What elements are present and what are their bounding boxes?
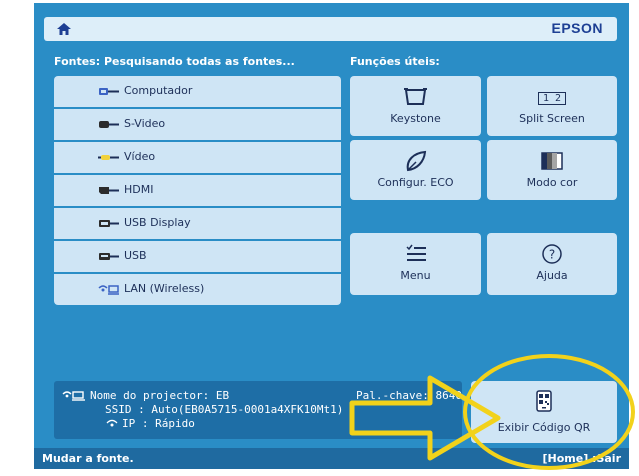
source-item-hdmi[interactable]: HDMI [54, 175, 341, 208]
show-qr-code-label: Exibir Código QR [497, 421, 591, 434]
source-item-lan-wireless[interactable]: LAN (Wireless) [54, 274, 341, 305]
hdmi-port-icon [99, 187, 119, 194]
source-label: USB Display [124, 216, 191, 229]
svg-text:?: ? [549, 248, 555, 262]
color-mode-icon [541, 152, 563, 170]
wireless-lan-icon [62, 391, 85, 401]
help-icon: ? [542, 244, 562, 264]
keystone-icon [404, 88, 427, 105]
eco-settings-label: Configur. ECO [377, 176, 454, 189]
source-label: HDMI [124, 183, 154, 196]
brand-logo: EPSON [551, 20, 603, 36]
home-icon[interactable] [56, 22, 72, 36]
exit-hint: [Home] :Sair [542, 452, 621, 465]
source-label: S-Video [124, 117, 166, 130]
split-screen-button[interactable]: 1 2 Split Screen [487, 76, 617, 136]
ssid-value: SSID : Auto(EB0A5715-0001a4XFK10Mt1) [105, 403, 344, 416]
qr-code-phone-icon [536, 390, 552, 412]
wireless-lan-icon [98, 285, 119, 295]
menu-label: Menu [400, 269, 431, 282]
menu-button[interactable]: Menu [350, 233, 481, 295]
source-label: Vídeo [124, 150, 156, 163]
source-item-computador[interactable]: Computador [54, 76, 341, 109]
status-bar: Mudar a fonte. [Home] :Sair [34, 448, 629, 469]
source-item-s-video[interactable]: S-Video [54, 109, 341, 142]
functions-heading: Funções úteis: [350, 55, 440, 68]
ip-mode: IP : Rápido [122, 417, 195, 430]
svideo-port-icon [99, 121, 119, 128]
source-label: Computador [124, 84, 193, 97]
help-button[interactable]: ? Ajuda [487, 233, 617, 295]
split-screen-label: Split Screen [519, 112, 585, 125]
usb-display-port-icon [99, 220, 119, 227]
show-qr-code-button[interactable]: Exibir Código QR [471, 381, 617, 443]
computer-port-icon [99, 88, 119, 95]
passphrase: Pal.-chave: 8640 [356, 389, 462, 402]
split-screen-icon-text: 1 2 [537, 92, 567, 105]
menu-icon [406, 244, 426, 261]
projector-name: Nome do projector: EB [90, 389, 230, 402]
antenna-icon [106, 419, 118, 427]
source-list: Computador S-Video Vídeo HDMI USB Displa… [54, 76, 341, 305]
source-label: USB [124, 249, 147, 262]
video-port-icon [98, 155, 119, 160]
source-item-video[interactable]: Vídeo [54, 142, 341, 175]
source-item-usb-display[interactable]: USB Display [54, 208, 341, 241]
projector-home-screen: EPSON Fontes: Pesquisando todas as fonte… [34, 3, 629, 469]
source-label: LAN (Wireless) [124, 282, 205, 295]
source-item-usb[interactable]: USB [54, 241, 341, 274]
status-hint: Mudar a fonte. [42, 452, 134, 465]
eco-settings-button[interactable]: Configur. ECO [350, 140, 481, 200]
color-mode-button[interactable]: Modo cor [487, 140, 617, 200]
sources-heading: Fontes: Pesquisando todas as fontes... [54, 55, 295, 68]
keystone-label: Keystone [390, 112, 441, 125]
help-label: Ajuda [536, 269, 568, 282]
usb-port-icon [99, 253, 119, 260]
eco-leaf-icon [406, 150, 427, 172]
color-mode-label: Modo cor [526, 176, 578, 189]
split-screen-icon: 1 2 [487, 86, 617, 108]
network-info-panel: Nome do projector: EB Pal.-chave: 8640 S… [54, 381, 462, 439]
keystone-button[interactable]: Keystone [350, 76, 481, 136]
top-bar: EPSON [44, 17, 617, 41]
